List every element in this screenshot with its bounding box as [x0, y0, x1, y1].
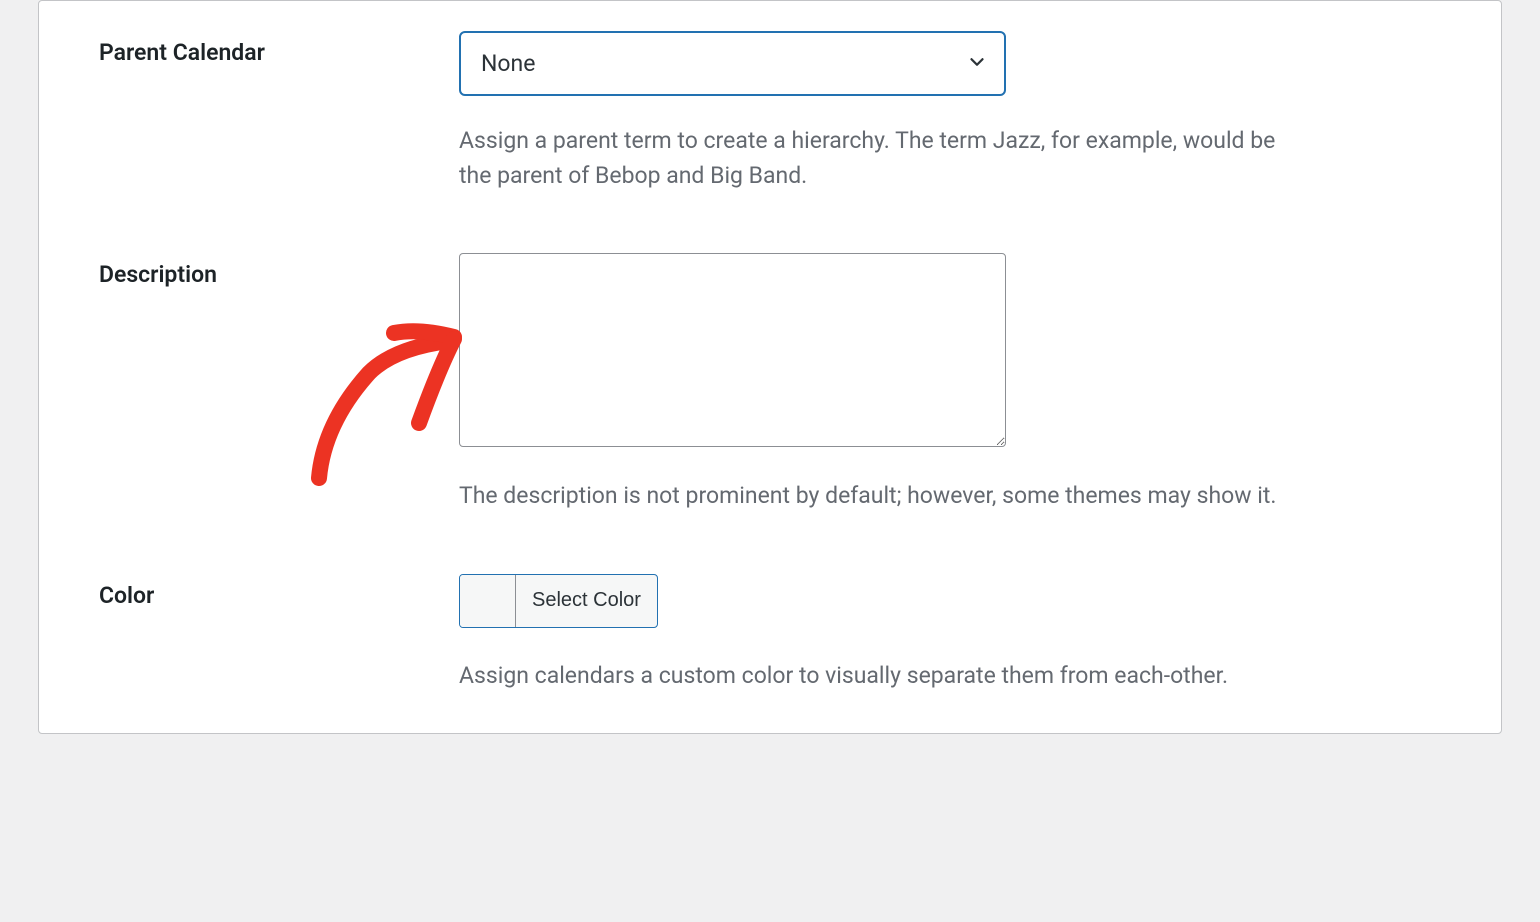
label-column: Color	[99, 574, 439, 694]
input-column: Select Color Assign calendars a custom c…	[459, 574, 1441, 694]
parent-calendar-row: Parent Calendar None Assign a parent ter…	[39, 1, 1501, 193]
select-color-button-label: Select Color	[516, 575, 657, 627]
description-row: Description The description is not promi…	[39, 193, 1501, 514]
parent-calendar-selected-value: None	[481, 50, 535, 77]
parent-calendar-select-wrap: None	[459, 31, 1006, 96]
description-textarea[interactable]	[459, 253, 1006, 447]
color-help: Assign calendars a custom color to visua…	[459, 659, 1279, 694]
parent-calendar-help: Assign a parent term to create a hierarc…	[459, 124, 1279, 193]
parent-calendar-label: Parent Calendar	[99, 39, 265, 66]
input-column: None Assign a parent term to create a hi…	[459, 31, 1441, 193]
label-column: Description	[99, 253, 439, 514]
color-row: Color Select Color Assign calendars a cu…	[39, 514, 1501, 694]
form-panel: Parent Calendar None Assign a parent ter…	[38, 0, 1502, 734]
select-color-button[interactable]: Select Color	[459, 574, 658, 628]
input-column: The description is not prominent by defa…	[459, 253, 1441, 514]
description-help: The description is not prominent by defa…	[459, 479, 1279, 514]
label-column: Parent Calendar	[99, 31, 439, 193]
color-label: Color	[99, 582, 154, 609]
color-swatch	[460, 575, 516, 627]
parent-calendar-select[interactable]: None	[459, 31, 1006, 96]
description-label: Description	[99, 261, 217, 288]
